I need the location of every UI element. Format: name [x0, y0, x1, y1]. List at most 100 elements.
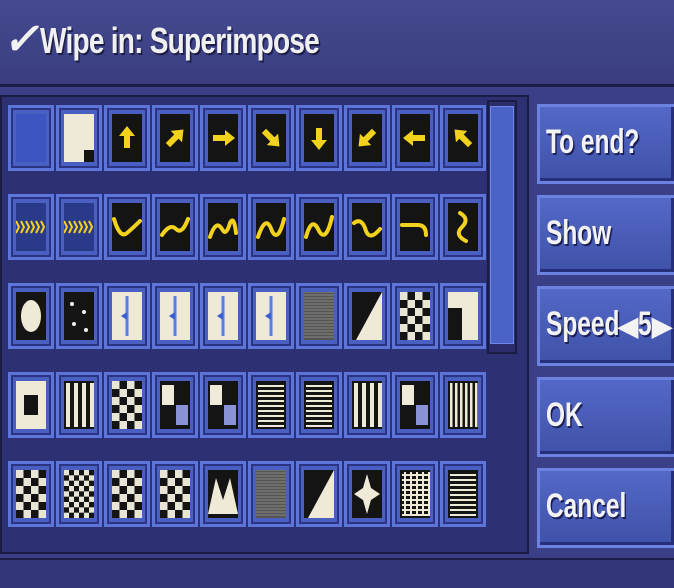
pattern-preview	[400, 203, 430, 251]
wipe-pattern-circle-checker[interactable]	[8, 461, 54, 527]
wipe-pattern-peaks[interactable]	[200, 461, 246, 527]
pattern-preview	[352, 470, 382, 518]
wipe-pattern-corner-notch[interactable]	[56, 105, 102, 171]
wipe-pattern-star[interactable]	[344, 461, 390, 527]
pattern-preview	[448, 203, 478, 251]
wipe-pattern-grid	[0, 95, 529, 554]
wipe-pattern-lines-h[interactable]	[248, 372, 294, 438]
wipe-pattern-wave-u[interactable]	[104, 194, 150, 260]
pattern-preview	[112, 381, 142, 429]
pattern-preview	[160, 470, 190, 518]
to-end-button[interactable]: To end?	[537, 104, 674, 184]
wipe-pattern-lines-fine[interactable]	[440, 461, 486, 527]
dialog-title: Wipe in: Superimpose	[40, 20, 320, 61]
pattern-preview	[256, 470, 286, 518]
wipe-pattern-arrow-left[interactable]	[392, 105, 438, 171]
pattern-preview	[352, 203, 382, 251]
pattern-preview	[16, 381, 46, 429]
wipe-pattern-wave-curl[interactable]	[152, 194, 198, 260]
wipe-dialog: ✓ Wipe in: Superimpose To end? Show Spee…	[0, 0, 674, 588]
wipe-pattern-arrow-down[interactable]	[296, 105, 342, 171]
title-bar: ✓ Wipe in: Superimpose	[0, 0, 674, 87]
arrow-up-icon	[112, 114, 142, 162]
pattern-preview	[208, 292, 238, 340]
wipe-pattern-checker-grid[interactable]	[152, 461, 198, 527]
wipe-pattern-zigzag-right[interactable]	[56, 194, 102, 260]
wipe-pattern-split-h[interactable]	[248, 283, 294, 349]
wipe-pattern-checker-fine[interactable]	[56, 461, 102, 527]
wipe-pattern-bars[interactable]	[56, 372, 102, 438]
wipe-pattern-split-v[interactable]	[200, 283, 246, 349]
wipe-pattern-diagonal-split[interactable]	[296, 461, 342, 527]
wipe-pattern-oval[interactable]	[8, 283, 54, 349]
wipe-pattern-blocks[interactable]	[392, 372, 438, 438]
pattern-preview	[304, 292, 334, 340]
wipe-pattern-checker-fade[interactable]	[104, 372, 150, 438]
scrollbar[interactable]	[487, 100, 517, 354]
show-button[interactable]: Show	[537, 195, 674, 275]
pattern-preview	[256, 292, 286, 340]
wipe-pattern-arrow-up-left[interactable]	[440, 105, 486, 171]
ok-label: OK	[546, 396, 583, 434]
wipe-pattern-arrow-down-right[interactable]	[248, 105, 294, 171]
pattern-preview	[448, 292, 478, 340]
wipe-pattern-noise-fine[interactable]	[248, 461, 294, 527]
wipe-pattern-dots[interactable]	[56, 283, 102, 349]
arrow-left-icon	[400, 114, 430, 162]
scrollbar-thumb[interactable]	[490, 106, 514, 344]
wipe-pattern-arrow-right[interactable]	[200, 105, 246, 171]
pattern-preview	[112, 203, 142, 251]
wipe-pattern-split-right[interactable]	[152, 283, 198, 349]
pattern-preview	[16, 292, 46, 340]
wipe-pattern-wave-n[interactable]	[248, 194, 294, 260]
pattern-preview	[352, 292, 382, 340]
wipe-pattern-noise[interactable]	[296, 283, 342, 349]
wipe-pattern-grid-lines[interactable]	[392, 461, 438, 527]
pattern-preview	[64, 203, 94, 251]
wipe-pattern-wave-loop[interactable]	[200, 194, 246, 260]
pattern-preview	[112, 292, 142, 340]
pattern-preview	[16, 203, 46, 251]
wipe-pattern-arrow-down-left[interactable]	[344, 105, 390, 171]
triangle-left-icon[interactable]: ◀	[618, 311, 638, 342]
wipe-pattern-stripes[interactable]	[440, 372, 486, 438]
wipe-pattern-split-left[interactable]	[104, 283, 150, 349]
triangle-right-icon[interactable]: ▶	[652, 311, 672, 342]
wipe-pattern-lines-offset[interactable]	[296, 372, 342, 438]
arrow-down-right-icon	[256, 114, 286, 162]
wipe-pattern-zigzag-left[interactable]	[8, 194, 54, 260]
pattern-preview	[400, 292, 430, 340]
pattern-preview	[304, 203, 334, 251]
wipe-pattern-staggered[interactable]	[200, 372, 246, 438]
wipe-pattern-arrow-up-right[interactable]	[152, 105, 198, 171]
ok-button[interactable]: OK	[537, 377, 674, 457]
pattern-preview	[448, 470, 478, 518]
pattern-preview	[64, 292, 94, 340]
wipe-pattern-wave-s[interactable]	[440, 194, 486, 260]
arrow-up-left-icon	[448, 114, 478, 162]
to-end-label: To end?	[546, 123, 640, 161]
pattern-preview	[64, 114, 94, 162]
pattern-preview	[352, 381, 382, 429]
wipe-pattern-step[interactable]	[440, 283, 486, 349]
arrow-down-left-icon	[352, 114, 382, 162]
wipe-pattern-diagonal[interactable]	[344, 283, 390, 349]
wipe-pattern-plain[interactable]	[8, 105, 54, 171]
wipe-pattern-wave-m[interactable]	[296, 194, 342, 260]
pattern-preview	[304, 470, 334, 518]
wipe-pattern-wave-hook[interactable]	[344, 194, 390, 260]
pattern-preview	[208, 203, 238, 251]
wipe-pattern-arrow-up[interactable]	[104, 105, 150, 171]
wipe-pattern-wave-bend[interactable]	[392, 194, 438, 260]
pattern-preview	[208, 381, 238, 429]
checkmark-icon[interactable]: ✓	[0, 14, 48, 66]
wipe-pattern-corner-fade[interactable]	[152, 372, 198, 438]
arrow-up-right-icon	[160, 114, 190, 162]
cancel-button[interactable]: Cancel	[537, 468, 674, 548]
wipe-pattern-bars-wide[interactable]	[344, 372, 390, 438]
pattern-preview	[64, 381, 94, 429]
pattern-preview	[208, 470, 238, 518]
wipe-pattern-checker-med[interactable]	[104, 461, 150, 527]
wipe-pattern-box[interactable]	[8, 372, 54, 438]
wipe-pattern-checker[interactable]	[392, 283, 438, 349]
